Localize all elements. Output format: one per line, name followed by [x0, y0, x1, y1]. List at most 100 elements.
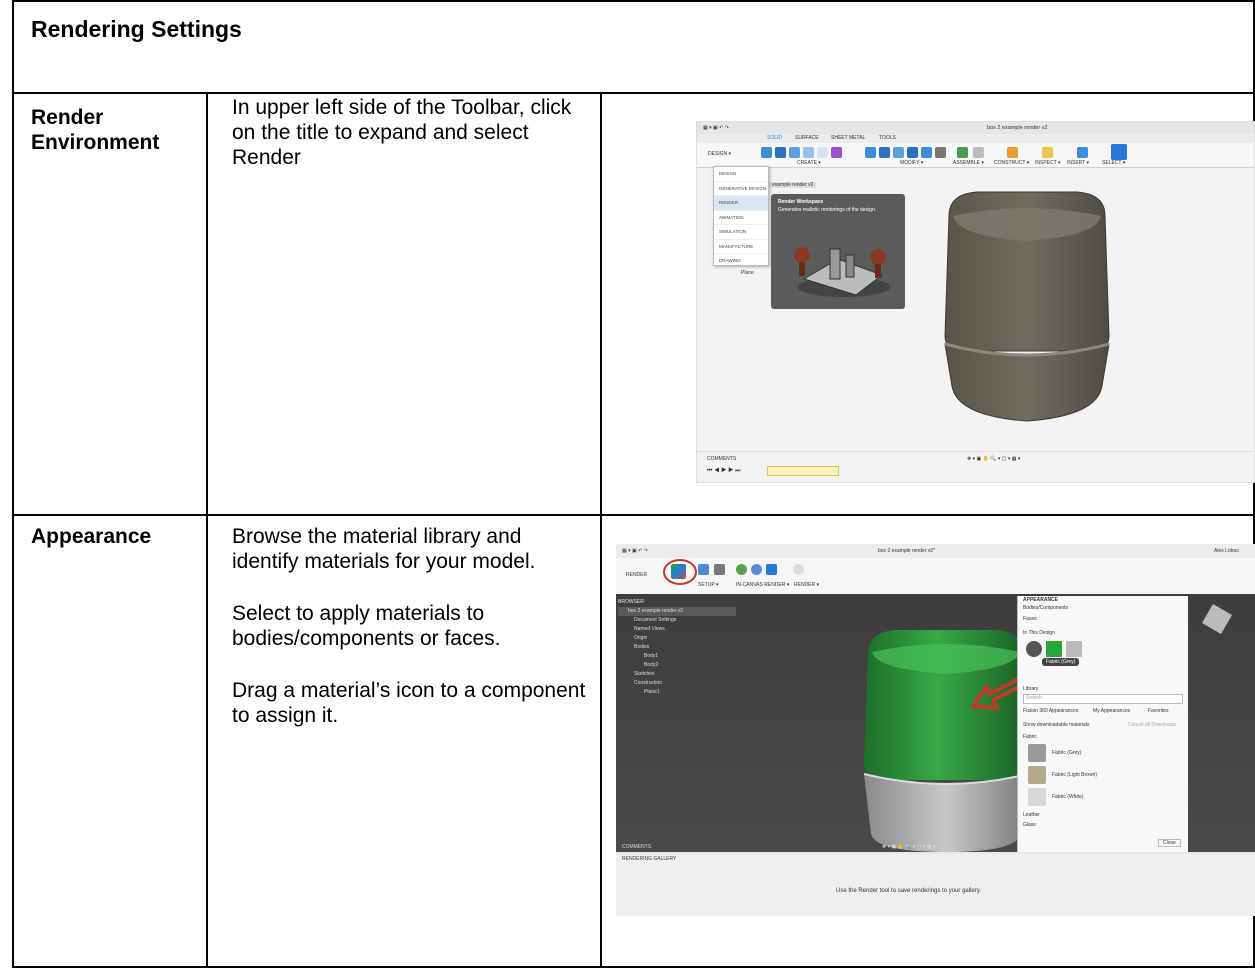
source-favorites[interactable]: Favorites — [1148, 708, 1169, 714]
menu-item-drawing[interactable]: DRAWING — [714, 254, 768, 269]
folder-leather[interactable]: Leather — [1023, 812, 1040, 818]
shell-icon[interactable] — [907, 147, 918, 158]
search-input[interactable]: Search — [1023, 694, 1183, 704]
apply-bodies-option[interactable]: Bodies/Components — [1023, 605, 1068, 611]
tab-sheet-metal[interactable]: SHEET METAL — [831, 134, 865, 143]
highlight-circle — [663, 559, 697, 585]
menu-item-generative-design[interactable]: GENERATIVE DESIGN — [714, 182, 768, 196]
close-button[interactable]: Close — [1158, 839, 1181, 847]
show-downloadable-checkbox[interactable]: Show downloadable materials — [1023, 722, 1089, 728]
view-cube[interactable] — [1201, 603, 1233, 635]
group-create[interactable]: CREATE ▾ — [797, 160, 821, 166]
description-paragraph: Drag a material’s icon to a component to… — [232, 679, 586, 727]
group-select[interactable]: SELECT ▾ — [1102, 160, 1125, 166]
press-pull-icon[interactable] — [865, 147, 876, 158]
as-built-joint-icon[interactable] — [973, 147, 984, 158]
group-assemble[interactable]: ASSEMBLE ▾ — [953, 160, 984, 166]
timeline-controls[interactable]: ⏮ ◀ ▶ ▶ ⏭ — [707, 468, 741, 475]
browser-item[interactable]: Document Settings — [618, 616, 736, 625]
scene-settings-icon[interactable] — [698, 564, 709, 575]
group-in-canvas-render[interactable]: IN-CANVAS RENDER ▾ — [736, 582, 789, 588]
browser-item[interactable]: Origin — [618, 634, 736, 643]
menu-item-manufacture[interactable]: MANUFACTURE — [714, 240, 768, 254]
browser-item[interactable]: Bodies — [618, 643, 736, 652]
offset-plane-icon[interactable] — [1007, 147, 1018, 158]
tab-tools[interactable]: TOOLS — [879, 134, 896, 143]
app-menu-icon[interactable]: ▦ ▾ ▣ ↶ ↷ — [622, 544, 648, 558]
menu-item-design[interactable]: DESIGN — [714, 167, 768, 182]
column-divider — [600, 92, 602, 966]
tab-solid[interactable]: SOLID — [767, 134, 782, 143]
menu-item-render[interactable]: RENDER — [714, 196, 768, 211]
workspace-button[interactable]: DESIGN ▾ — [708, 151, 731, 157]
capture-image-icon[interactable] — [766, 564, 777, 575]
browser-item[interactable]: Plane1 — [618, 688, 736, 697]
browser-item[interactable]: Body2 — [618, 661, 736, 670]
browser-plane-label[interactable]: Plane — [741, 270, 754, 276]
material-item[interactable]: Fabric (White) — [1052, 794, 1083, 800]
chamfer-icon[interactable] — [893, 147, 904, 158]
loft-icon[interactable] — [817, 147, 828, 158]
source-fusion[interactable]: Fusion 360 Appearances — [1023, 708, 1078, 714]
fillet-icon[interactable] — [879, 147, 890, 158]
group-modify[interactable]: MODIFY ▾ — [900, 160, 923, 166]
form-icon[interactable] — [831, 147, 842, 158]
source-my-appearances[interactable]: My Appearances — [1093, 708, 1130, 714]
menu-item-animation[interactable]: ANIMATION — [714, 211, 768, 225]
render-workspace-tooltip: Render Workspace Generates realistic ren… — [771, 194, 905, 309]
folder-glass[interactable]: Glass — [1023, 822, 1036, 828]
viewport: BROWSER box 2 example render v2 Document… — [616, 594, 1255, 852]
material-thumb-dark[interactable] — [1026, 641, 1042, 657]
workspace-button[interactable]: RENDER — [626, 572, 647, 578]
group-setup[interactable]: SETUP ▾ — [698, 582, 718, 588]
measure-icon[interactable] — [1042, 147, 1053, 158]
combine-icon[interactable] — [921, 147, 932, 158]
select-icon[interactable] — [1111, 144, 1127, 160]
group-construct[interactable]: CONSTRUCT ▾ — [994, 160, 1029, 166]
revolve-icon[interactable] — [789, 147, 800, 158]
appearance-title: APPEARANCE — [1023, 597, 1059, 603]
document-tab[interactable]: example render v2 — [769, 182, 817, 188]
timeline[interactable] — [767, 466, 839, 476]
move-icon[interactable] — [935, 147, 946, 158]
group-insert[interactable]: INSERT ▾ — [1067, 160, 1089, 166]
browser-item[interactable]: Sketches — [618, 670, 736, 679]
toolbar: RENDER SETUP ▾ IN-CANVAS RENDER ▾ RENDER… — [616, 558, 1255, 595]
browser-item[interactable]: Construction — [618, 679, 736, 688]
joint-icon[interactable] — [957, 147, 968, 158]
rendering-gallery: RENDERING GALLERY Use the Render tool to… — [616, 854, 1255, 916]
extrude-icon[interactable] — [775, 147, 786, 158]
sweep-icon[interactable] — [803, 147, 814, 158]
tab-surface[interactable]: SURFACE — [795, 134, 819, 143]
navigation-bar[interactable]: ✥ ▾ ▣ ✋ 🔍 ▾ ▢ ▾ ▦ ▾ — [967, 456, 1020, 462]
insert-icon[interactable] — [1077, 147, 1088, 158]
user-name[interactable]: Alex Lobos — [1214, 544, 1239, 558]
cancel-downloads-link[interactable]: Cancel all Downloads — [1128, 722, 1176, 728]
navigation-bar[interactable]: ✥ ▾ ▣ ✋ 🔍 ▾ ▢ ▾ ▦ ▾ — [882, 844, 935, 850]
menu-item-simulation[interactable]: SIMULATION — [714, 225, 768, 240]
fabric-grey-swatch[interactable] — [1028, 744, 1046, 762]
material-item[interactable]: Fabric (Grey) — [1052, 750, 1081, 756]
fabric-white-swatch[interactable] — [1028, 788, 1046, 806]
folder-fabric[interactable]: Fabric — [1023, 734, 1037, 740]
fabric-brown-swatch[interactable] — [1028, 766, 1046, 784]
sketch-icon[interactable] — [761, 147, 772, 158]
material-thumb-grey[interactable] — [1066, 641, 1082, 657]
render-teapot-icon[interactable] — [793, 564, 804, 575]
in-canvas-render-icon[interactable] — [736, 564, 747, 575]
group-inspect[interactable]: INSPECT ▾ — [1035, 160, 1060, 166]
library-header[interactable]: Library — [1023, 686, 1038, 692]
decal-icon[interactable] — [714, 564, 725, 575]
group-render[interactable]: RENDER ▾ — [794, 582, 819, 588]
in-this-design-header[interactable]: In This Design — [1023, 630, 1055, 636]
app-menu-icon[interactable]: ▦ ▾ ▣ ↶ ↷ — [703, 122, 729, 134]
material-item[interactable]: Fabric (Light Brown) — [1052, 772, 1097, 778]
apply-faces-option[interactable]: Faces — [1023, 616, 1037, 622]
screenshot-workspace-menu: ▦ ▾ ▣ ↶ ↷ box 2 example render v2 SOLID … — [696, 121, 1255, 483]
in-canvas-settings-icon[interactable] — [751, 564, 762, 575]
browser-item[interactable]: box 2 example render v2 — [618, 607, 736, 616]
browser-item[interactable]: Named Views — [618, 625, 736, 634]
browser-item[interactable]: Body1 — [618, 652, 736, 661]
screenshot-appearance-panel: ▦ ▾ ▣ ↶ ↷ box 2 example render v2* Alex … — [616, 544, 1255, 916]
material-thumb-green[interactable] — [1046, 641, 1062, 657]
